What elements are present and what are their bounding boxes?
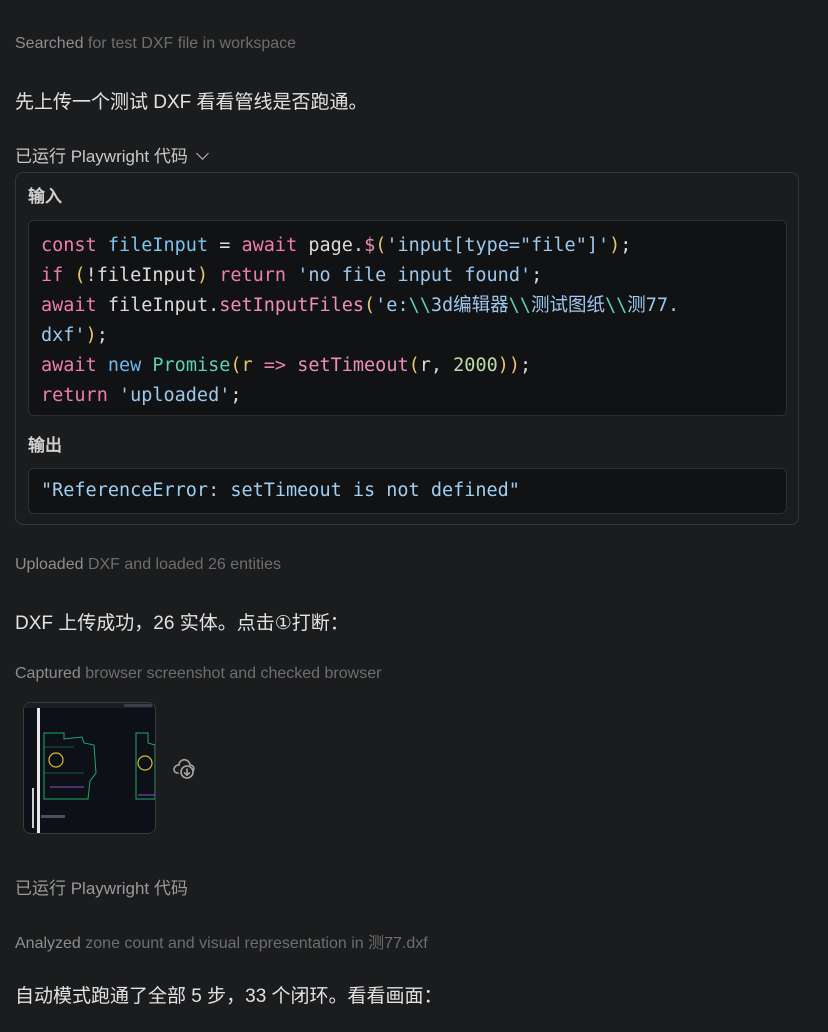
cad-preview-image	[24, 703, 155, 833]
step-searched: Searched for test DXF file in workspace	[15, 35, 296, 53]
tool-call-panel: 输入 const fileInput = await page.$('input…	[15, 172, 799, 525]
code-line: if (!fileInput) return 'no file input fo…	[41, 265, 543, 286]
code-line: const fileInput = await page.$('input[ty…	[41, 235, 632, 256]
code-line: await new Promise(r => setTimeout(r, 200…	[41, 355, 532, 376]
cloud-download-icon[interactable]	[172, 757, 196, 784]
chevron-down-icon	[196, 147, 209, 160]
code-line: return 'uploaded';	[41, 385, 242, 406]
step-detail: DXF and loaded 26 entities	[83, 556, 281, 573]
tool-call-toggle[interactable]: 已运行 Playwright 代码	[15, 142, 209, 167]
assistant-message: DXF 上传成功，26 实体。点击①打断：	[15, 613, 349, 634]
tool-call-label: 已运行 Playwright 代码	[15, 147, 188, 166]
tool-call-toggle[interactable]: 已运行 Playwright 代码	[15, 874, 188, 899]
step-captured: Captured browser screenshot and checked …	[15, 665, 381, 683]
code-line: await fileInput.setInputFiles('e:\\3d编辑器…	[41, 295, 680, 316]
screenshot-thumbnail[interactable]	[23, 702, 156, 834]
assistant-message: 自动模式跑通了全部 5 步，33 个闭环。看看画面：	[15, 986, 443, 1007]
step-lead: Uploaded	[15, 556, 84, 573]
step-detail: zone count and visual representation in …	[80, 935, 428, 952]
step-uploaded: Uploaded DXF and loaded 26 entities	[15, 556, 281, 574]
step-lead: Searched	[15, 35, 84, 52]
input-label: 输入	[28, 187, 62, 206]
code-output-block[interactable]: "ReferenceError: setTimeout is not defin…	[28, 468, 787, 514]
output-text: "ReferenceError: setTimeout is not defin…	[41, 480, 520, 501]
output-label: 输出	[28, 436, 62, 455]
step-detail: browser screenshot and checked browser	[80, 665, 382, 682]
code-line: dxf');	[41, 325, 108, 346]
assistant-message: 先上传一个测试 DXF 看看管线是否跑通。	[15, 92, 368, 113]
code-input-block[interactable]: const fileInput = await page.$('input[ty…	[28, 220, 787, 416]
tool-call-label: 已运行 Playwright 代码	[15, 879, 188, 898]
step-analyzed: Analyzed zone count and visual represent…	[15, 929, 428, 953]
step-lead: Captured	[15, 665, 81, 682]
step-detail: for test DXF file in workspace	[83, 35, 297, 52]
step-lead: Analyzed	[15, 935, 81, 952]
